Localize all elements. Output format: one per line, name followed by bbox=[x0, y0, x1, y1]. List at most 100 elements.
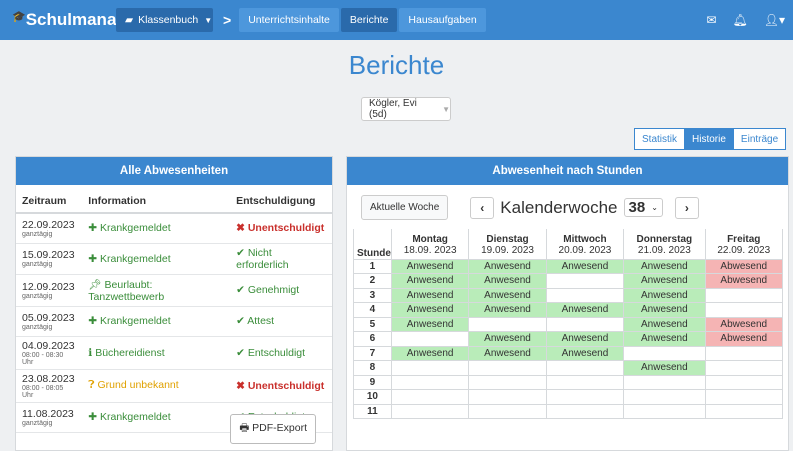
hour-cell: Anwesend bbox=[390, 273, 470, 289]
week-select[interactable]: 38 ⌄ bbox=[623, 198, 663, 217]
absence-row[interactable]: 15.09.2023 ganztägig ✚ Krankgemeldet ✔ Nich… bbox=[16, 243, 332, 275]
day-header: Mittwoch 20.09. 2023 bbox=[545, 229, 625, 259]
view-eintraege-button[interactable]: Einträge bbox=[732, 128, 787, 150]
hour-number: 5 bbox=[353, 316, 392, 332]
hour-number: 3 bbox=[353, 287, 392, 303]
cross-icon: ✖ bbox=[236, 379, 248, 392]
absence-row[interactable]: 04.09.2023 08:00 - 08:30 Uhr ℹ Büchereidie… bbox=[16, 336, 332, 370]
book-icon: ▰ bbox=[125, 14, 134, 26]
hour-cell bbox=[545, 273, 625, 289]
top-navbar: 🎓Schulmanager ▰ Klassenbuch ▼ > Unterric… bbox=[0, 0, 793, 40]
day-header: Montag 18.09. 2023 bbox=[390, 229, 470, 259]
col-stunde: Stunde bbox=[353, 229, 392, 259]
check-icon: ✔ bbox=[236, 346, 248, 359]
absence-date-cell: 12.09.2023 ganztägig bbox=[16, 274, 83, 307]
classbook-label: Klassenbuch bbox=[138, 14, 199, 26]
hour-cell: Anwesend bbox=[545, 302, 625, 318]
pdf-export-button[interactable]: 🖶︎ PDF-Export bbox=[230, 414, 316, 444]
question-icon: ❓︎ bbox=[88, 379, 98, 391]
absence-row[interactable]: 23.08.2023 08:00 - 08:05 Uhr ❓︎ Grund unbe… bbox=[16, 369, 332, 403]
hour-row: 10 bbox=[353, 389, 784, 405]
day-date: 22.09. 2023 bbox=[717, 244, 771, 256]
next-week-button[interactable]: › bbox=[674, 196, 699, 219]
absence-date: 04.09.2023 bbox=[22, 339, 75, 352]
current-week-button[interactable]: Aktuelle Woche bbox=[361, 195, 449, 220]
absence-time: 08:00 - 08:30 Uhr bbox=[22, 351, 64, 366]
tab-hausaufgaben[interactable]: Hausaufgaben bbox=[399, 8, 486, 32]
chevron-left-icon: ‹ bbox=[480, 200, 485, 215]
hour-cell: Abwesend bbox=[704, 258, 784, 274]
hour-cell: Anwesend bbox=[623, 331, 706, 347]
hour-cell bbox=[468, 360, 547, 376]
brand-logo[interactable]: 🎓Schulmanager bbox=[0, 10, 143, 30]
hour-cell: Anwesend bbox=[623, 258, 706, 274]
hour-cell: Anwesend bbox=[468, 273, 547, 289]
hour-cell bbox=[704, 403, 784, 419]
absence-time: ganztägig bbox=[22, 419, 53, 427]
absences-table: Zeitraum Information Entschuldigung 22.0… bbox=[16, 189, 332, 433]
absence-time: ganztägig bbox=[22, 261, 53, 268]
hour-cell: Anwesend bbox=[545, 258, 625, 274]
absence-date: 15.09.2023 bbox=[22, 249, 75, 261]
view-statistik-button[interactable]: Statistik bbox=[634, 128, 686, 150]
medical-icon: ✚ bbox=[88, 315, 100, 327]
check-icon: ✔ bbox=[236, 284, 248, 296]
absence-time: ganztägig bbox=[22, 323, 53, 331]
absence-row[interactable]: 05.09.2023 ganztägig ✚ Krankgemeldet ✔ Atte… bbox=[16, 306, 332, 337]
col-zeitraum: Zeitraum bbox=[16, 189, 83, 214]
hour-row: 2 Anwesend Anwesend Anwesend Abwesend bbox=[353, 273, 784, 289]
tab-berichte[interactable]: Berichte bbox=[340, 8, 398, 32]
hour-cell: Anwesend bbox=[390, 258, 470, 274]
hour-number: 6 bbox=[353, 331, 392, 347]
hour-cell bbox=[704, 302, 784, 318]
absence-status-cell: ✔ Attest bbox=[230, 306, 332, 337]
absence-row[interactable]: 12.09.2023 ganztägig 📌︎ Beurlaubt: Tanzwet… bbox=[16, 274, 332, 307]
absence-status-cell: ✔ Nicht erforderlich bbox=[230, 243, 332, 275]
tab-unterrichtsinhalte[interactable]: Unterrichtsinhalte bbox=[239, 8, 339, 32]
absence-date-cell: 15.09.2023 ganztägig bbox=[16, 243, 83, 275]
col-entschuldigung: Entschuldigung bbox=[230, 189, 332, 214]
hour-cell: Anwesend bbox=[468, 258, 547, 274]
absence-status: Attest bbox=[247, 315, 275, 327]
day-date: 21.09. 2023 bbox=[637, 244, 691, 256]
hour-cell bbox=[468, 389, 547, 405]
classbook-dropdown[interactable]: ▰ Klassenbuch ▼ bbox=[116, 8, 213, 32]
absence-date-cell: 11.08.2023 ganztägig bbox=[16, 402, 83, 433]
student-select[interactable]: Kögler, Evi (5d) ▼ bbox=[361, 97, 451, 121]
medical-icon: ✚ bbox=[88, 411, 100, 423]
absences-panel: Alle Abwesenheiten Zeitraum Information … bbox=[15, 156, 333, 451]
absences-heading: Alle Abwesenheiten bbox=[16, 157, 332, 185]
absence-time: ganztägig bbox=[22, 292, 53, 300]
prev-week-button[interactable]: ‹ bbox=[470, 196, 495, 219]
student-select-value: Kögler, Evi (5d) bbox=[369, 98, 417, 120]
absence-date: 23.08.2023 bbox=[22, 372, 75, 385]
pin-icon: 📌︎ bbox=[88, 278, 105, 291]
hour-row: 1 Anwesend Anwesend Anwesend Anwesend Abwesen… bbox=[353, 258, 784, 274]
bell-icon[interactable]: 🔔︎ bbox=[733, 13, 748, 27]
hour-row: 3 Anwesend Anwesend Anwesend bbox=[353, 287, 784, 303]
hour-cell bbox=[390, 389, 470, 405]
graduation-cap-icon: 🎓 bbox=[12, 11, 26, 23]
absence-status: Unentschuldigt bbox=[247, 379, 325, 392]
day-header: Freitag 22.09. 2023 bbox=[704, 229, 784, 259]
view-historie-button[interactable]: Historie bbox=[684, 128, 734, 150]
day-date: 18.09. 2023 bbox=[403, 244, 457, 256]
absence-date: 11.08.2023 bbox=[22, 407, 74, 420]
hour-row: 7 Anwesend Anwesend Anwesend bbox=[353, 345, 784, 361]
day-header: Donnerstag 21.09. 2023 bbox=[623, 229, 706, 259]
absence-row[interactable]: 22.09.2023 ganztägig ✚ Krankgemeldet ✖ Unen… bbox=[16, 213, 332, 244]
hour-cell bbox=[704, 345, 784, 361]
hour-cell: Anwesend bbox=[468, 331, 547, 347]
hour-cell bbox=[468, 316, 547, 332]
hour-cell bbox=[545, 316, 625, 332]
hour-cell: Anwesend bbox=[390, 302, 470, 318]
chevron-right-icon: › bbox=[684, 200, 689, 215]
page-title: Berichte bbox=[348, 50, 445, 80]
absence-info-cell: ✚ Krankgemeldet bbox=[82, 243, 231, 275]
hour-number: 1 bbox=[353, 258, 392, 274]
absence-info: Krankgemeldet bbox=[100, 411, 171, 423]
user-icon[interactable]: 👤︎▾ bbox=[764, 13, 785, 27]
day-name: Mittwoch bbox=[563, 233, 607, 245]
mail-icon[interactable]: ✉ bbox=[706, 13, 716, 27]
medical-icon: ✚ bbox=[88, 252, 100, 265]
